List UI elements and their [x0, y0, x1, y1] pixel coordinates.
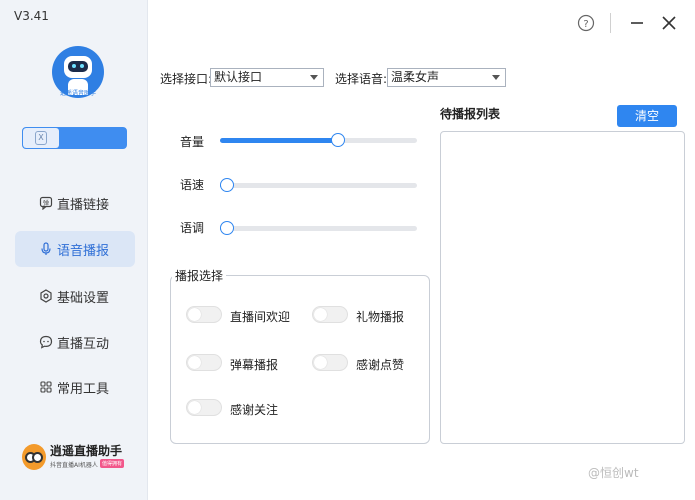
queue-title: 待播报列表	[440, 107, 501, 121]
owl-mascot-icon	[22, 444, 46, 470]
sidebar-item-common-tools[interactable]: 常用工具	[15, 369, 135, 405]
main-toggle-switch[interactable]: X	[22, 127, 127, 149]
chevron-down-icon	[310, 75, 318, 80]
help-icon: ?	[577, 14, 595, 32]
voice-label: 选择语音:	[335, 72, 388, 86]
help-button[interactable]: ?	[575, 12, 597, 34]
version-label: V3.41	[14, 9, 49, 23]
titlebar-divider	[610, 13, 611, 33]
microphone-icon	[39, 242, 53, 256]
interface-select[interactable]: 默认接口	[210, 68, 324, 87]
volume-slider-thumb[interactable]	[331, 133, 346, 147]
pitch-label: 语调	[180, 221, 205, 235]
toggle-label: 弹幕播报	[230, 358, 279, 372]
brand-name: 逍遥直播助手	[50, 444, 123, 458]
toggle-danmaku-broadcast[interactable]	[186, 354, 222, 371]
brand-subtitle: 抖音直播AI机器人	[50, 462, 98, 469]
volume-slider[interactable]	[220, 133, 417, 147]
settings-icon	[39, 289, 53, 303]
toggle-room-welcome[interactable]	[186, 306, 222, 323]
sidebar-item-voice-broadcast[interactable]: 语音播报	[15, 231, 135, 267]
toggle-thanks-follow[interactable]	[186, 399, 222, 416]
chat-bubble-icon	[39, 335, 53, 349]
interface-label: 选择接口:	[160, 72, 213, 86]
svg-text:弹: 弹	[43, 199, 49, 207]
broadcast-group-title: 播报选择	[172, 267, 227, 284]
grid-icon	[39, 380, 53, 394]
sidebar-item-label: 直播互动	[57, 336, 110, 352]
bullet-chat-icon: 弹	[39, 196, 53, 210]
speed-slider[interactable]	[220, 178, 417, 192]
sidebar-item-basic-settings[interactable]: 基础设置	[15, 278, 135, 314]
interface-select-value: 默认接口	[214, 70, 263, 84]
sidebar-item-live-link[interactable]: 弹 直播链接	[15, 185, 135, 221]
queue-list[interactable]	[440, 131, 685, 444]
sidebar-item-label: 直播链接	[57, 197, 110, 213]
toggle-label: 礼物播报	[356, 310, 405, 324]
brand-logo: 逍遥直播助手 抖音直播AI机器人 值得拥有	[22, 442, 132, 474]
voice-select-value: 温柔女声	[391, 70, 440, 84]
chevron-down-icon	[492, 75, 500, 80]
clear-button[interactable]: 清空	[617, 105, 677, 127]
speed-slider-thumb[interactable]	[220, 178, 234, 192]
brand-badge: 值得拥有	[100, 459, 125, 468]
close-icon	[661, 15, 677, 31]
toggle-gift-broadcast[interactable]	[312, 306, 348, 323]
robot-logo-caption: 逍遥语音助手	[59, 90, 96, 97]
sidebar-item-label: 常用工具	[57, 381, 110, 397]
svg-text:?: ?	[583, 19, 588, 30]
minimize-icon	[629, 15, 645, 31]
voice-select[interactable]: 温柔女声	[387, 68, 506, 87]
sidebar-item-label: 基础设置	[57, 290, 110, 306]
toggle-label: 感谢点赞	[356, 358, 405, 372]
pitch-slider[interactable]	[220, 221, 417, 235]
minimize-button[interactable]	[626, 12, 648, 34]
toggle-label: 感谢关注	[230, 403, 279, 417]
shield-icon: X	[35, 131, 47, 145]
close-button[interactable]	[658, 12, 680, 34]
sidebar: V3.41 逍遥语音助手 X 弹 直播链接 语音播报 基础设置 直播互动 常用工…	[0, 0, 148, 500]
watermark: @恒创wt	[588, 466, 639, 480]
toggle-thanks-like[interactable]	[312, 354, 348, 371]
sidebar-item-live-interaction[interactable]: 直播互动	[15, 324, 135, 360]
speed-label: 语速	[180, 178, 205, 192]
volume-label: 音量	[180, 135, 205, 149]
toggle-label: 直播间欢迎	[230, 310, 291, 324]
sidebar-item-label: 语音播报	[57, 243, 110, 259]
pitch-slider-thumb[interactable]	[220, 221, 234, 235]
